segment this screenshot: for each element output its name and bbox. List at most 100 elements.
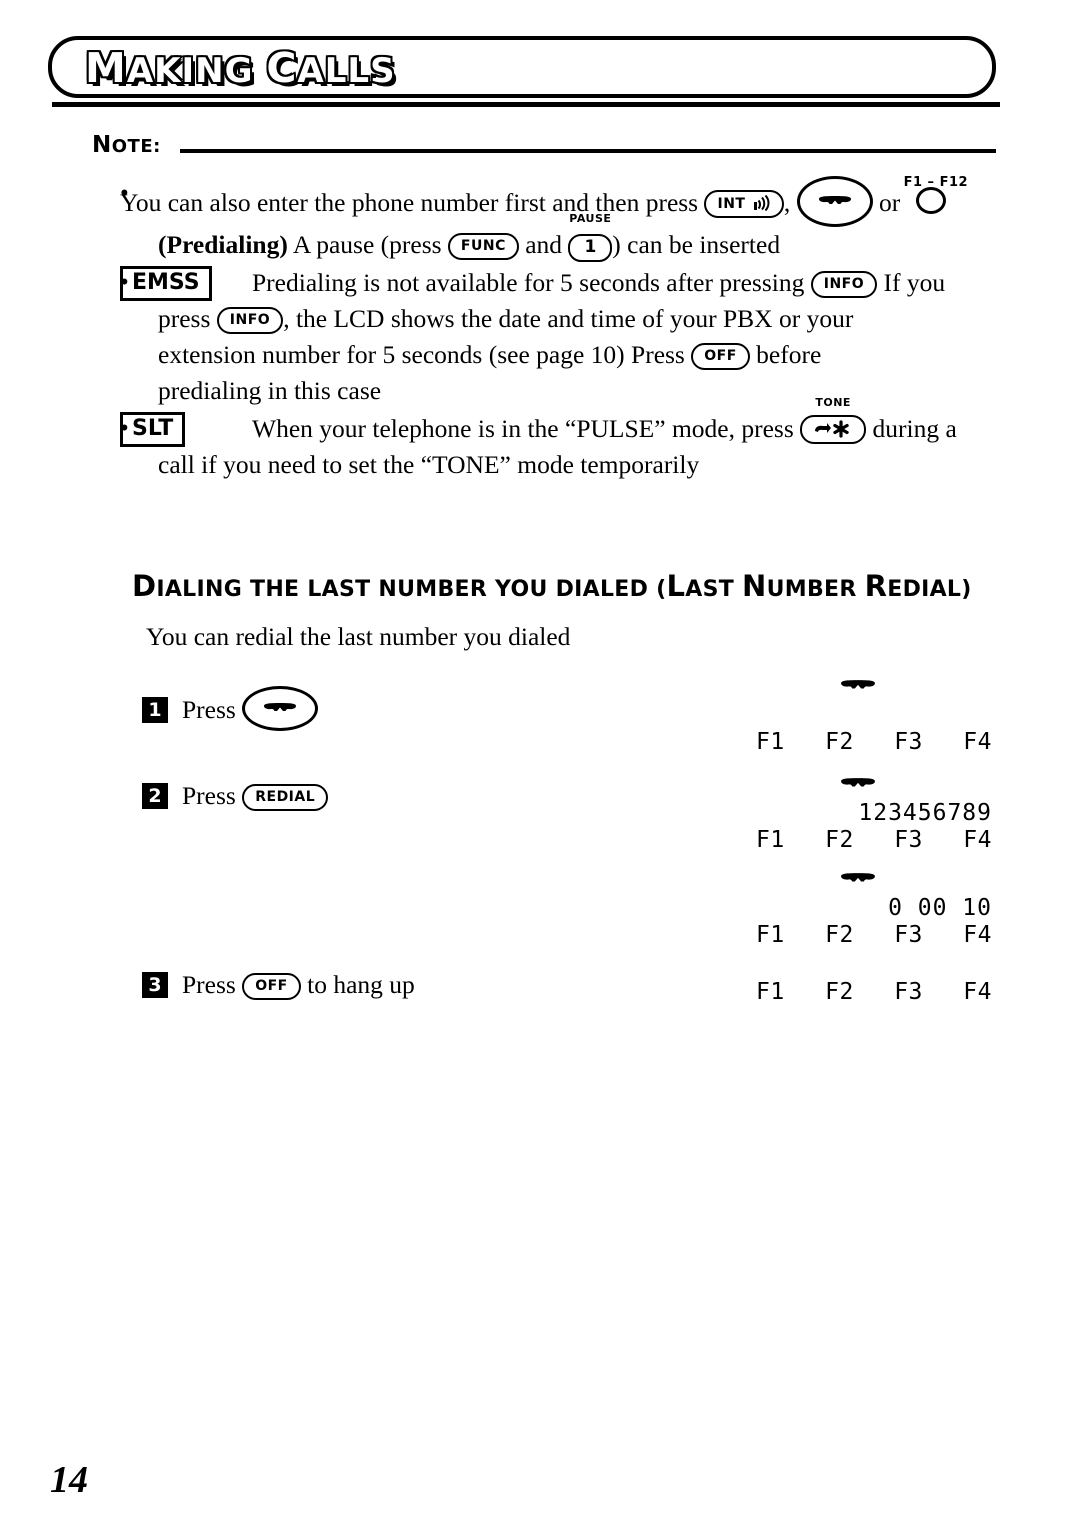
key-int[interactable]: INT (704, 185, 784, 221)
step-2-text-before: Press (182, 781, 236, 810)
note-item-1-line-1: You can also enter the phone number firs… (120, 175, 1002, 227)
note-label-cap-n: N (92, 132, 112, 158)
lcd-panel-3-icon-row (752, 869, 998, 895)
key-redial-label: REDIAL (242, 784, 329, 811)
key-off-note-label: OFF (691, 343, 750, 370)
bullet-icon: • (120, 415, 129, 442)
lcd-panel-4-f3: F3 (894, 979, 923, 1005)
lcd-panel-1-icon-row (752, 676, 998, 702)
lcd-panel-4-f4: F4 (963, 979, 992, 1005)
key-func[interactable]: FUNC (447, 227, 519, 263)
note-item-1-text-b: A pause (press (292, 230, 442, 259)
lcd-panel-3-f3: F3 (894, 922, 923, 948)
handset-icon (818, 196, 852, 210)
lcd-panel-1-f3: F3 (894, 729, 923, 755)
key-f1-f12[interactable]: F1 – F12 (904, 175, 968, 215)
step-3-number: 3 (142, 972, 168, 998)
key-f1-f12-circle (915, 187, 946, 214)
section-header-banner-shadow (52, 102, 1000, 107)
handset-icon (840, 778, 876, 793)
note-item-slt: • SLT When your telephone is in the “PUL… (92, 397, 1002, 483)
lcd-panel-2-number: 123456789 (858, 800, 992, 826)
lcd-panel-2: 123456789 F1 F2 F3 F4 (752, 774, 998, 854)
note-item-1-text-c: ) can be inserted (612, 230, 781, 259)
step-1-text-before: Press (182, 695, 236, 724)
step-3-text-before: Press (182, 970, 236, 999)
section-intro-text: You can redial the last number you diale… (146, 622, 571, 651)
bullet-icon: • (120, 269, 129, 296)
note-item-2-line-2: press INFO, the LCD shows the date and t… (120, 301, 1002, 337)
lcd-panel-4-fkeys: F1 F2 F3 F4 (752, 978, 998, 1006)
lcd-panel-1-fkeys: F1 F2 F3 F4 (752, 728, 998, 756)
key-handset-talk[interactable] (796, 176, 873, 227)
note-item-1-or: or (878, 188, 901, 217)
note-item-2-text-b: If you (883, 268, 946, 297)
note-item-3-line-2: call if you need to set the “TONE” mode … (158, 450, 700, 479)
note-item-2-text-f: before (756, 340, 822, 369)
note-list: • You can also enter the phone number fi… (92, 175, 1002, 485)
key-tone-top-label: TONE (815, 396, 851, 409)
key-info-2-label: INFO (216, 307, 284, 334)
note-item-2-text-d: , the LCD shows the date and time of you… (283, 304, 854, 333)
page-title-cap-m: M (84, 43, 128, 94)
note-item-2-line-4: predialing in this case (158, 376, 382, 405)
note-item-1-predialing-term: (Predialing) (158, 230, 288, 259)
note-item-3-text-b: during a (872, 414, 957, 443)
lcd-panel-1-f4: F4 (963, 729, 992, 755)
lcd-panel-1-f2: F2 (825, 729, 854, 755)
key-func-label: FUNC (447, 233, 519, 260)
page-title: MAKING CALLS (84, 43, 397, 94)
step-1-number: 1 (142, 697, 168, 723)
lcd-panel-4: F1 F2 F3 F4 (752, 978, 998, 1006)
key-info-1[interactable]: INFO (810, 265, 878, 301)
lcd-panel-2-fkeys: F1 F2 F3 F4 (752, 826, 998, 854)
step-3: 3 Press OFF to hang up (142, 970, 415, 1000)
bullet-icon: • (120, 180, 129, 207)
section-heading-part-1: IALING THE LAST NUMBER YOU DIALED ( (156, 577, 667, 602)
note-horizontal-rule (180, 149, 996, 153)
tone-star-icon (813, 420, 853, 438)
lcd-panel-3: 0 00 10 F1 F2 F3 F4 (752, 869, 998, 949)
note-item-2-text-e: extension number for 5 seconds (see page… (158, 340, 685, 369)
section-heading: DIALING THE LAST NUMBER YOU DIALED (LAST… (132, 569, 972, 603)
note-item-1-and: and (525, 230, 563, 259)
note-item-2-line-3: extension number for 5 seconds (see page… (120, 337, 1002, 373)
note-label-rest: OTE: (111, 136, 161, 157)
step-1: 1 Press (142, 686, 319, 731)
key-info-1-label: INFO (810, 271, 878, 298)
lcd-panel-3-f2: F2 (825, 922, 854, 948)
antenna-icon (751, 195, 771, 211)
handset-icon (840, 680, 876, 695)
lcd-panel-2-f2: F2 (825, 827, 854, 853)
lcd-panel-2-f1: F1 (756, 827, 785, 853)
section-heading-cap-d: D (132, 569, 157, 603)
key-pause-1[interactable]: PAUSE 1 (568, 213, 613, 263)
note-item-2-text-a: Predialing is not available for 5 second… (252, 268, 805, 297)
key-tone-star[interactable]: TONE (800, 397, 867, 447)
lcd-panel-2-f4: F4 (963, 827, 992, 853)
step-3-text-after: to hang up (307, 970, 415, 999)
section-heading-part-2: AST (685, 577, 743, 602)
key-handset-talk-step1[interactable] (242, 686, 319, 731)
lcd-panel-2-f3: F3 (894, 827, 923, 853)
key-redial[interactable]: REDIAL (242, 781, 329, 811)
note-label: NOTE: (92, 132, 161, 158)
key-info-2[interactable]: INFO (216, 301, 284, 337)
note-item-3-text-a: When your telephone is in the “PULSE” mo… (252, 414, 794, 443)
key-off-step3[interactable]: OFF (242, 970, 301, 1000)
handset-icon (263, 703, 297, 717)
page-number: 14 (50, 1459, 88, 1501)
note-item-1-comma: , (783, 188, 791, 217)
lcd-panel-1: F1 F2 F3 F4 (752, 676, 998, 756)
note-item-2-text-c: press (158, 304, 211, 333)
note-item-1-line-2: (Predialing) A pause (press FUNC and PAU… (120, 213, 1002, 263)
lcd-panel-2-icon-row (752, 774, 998, 800)
lcd-panel-1-f1: F1 (756, 729, 785, 755)
lcd-panel-4-f1: F1 (756, 979, 785, 1005)
step-2-number: 2 (142, 783, 168, 809)
key-off-note[interactable]: OFF (691, 337, 750, 373)
step-2: 2 Press REDIAL (142, 781, 329, 811)
page-title-cap-c: C (265, 43, 298, 94)
note-item-3-line-1: When your telephone is in the “PULSE” mo… (120, 397, 1002, 447)
page-title-rest-making: AKING (125, 50, 267, 93)
